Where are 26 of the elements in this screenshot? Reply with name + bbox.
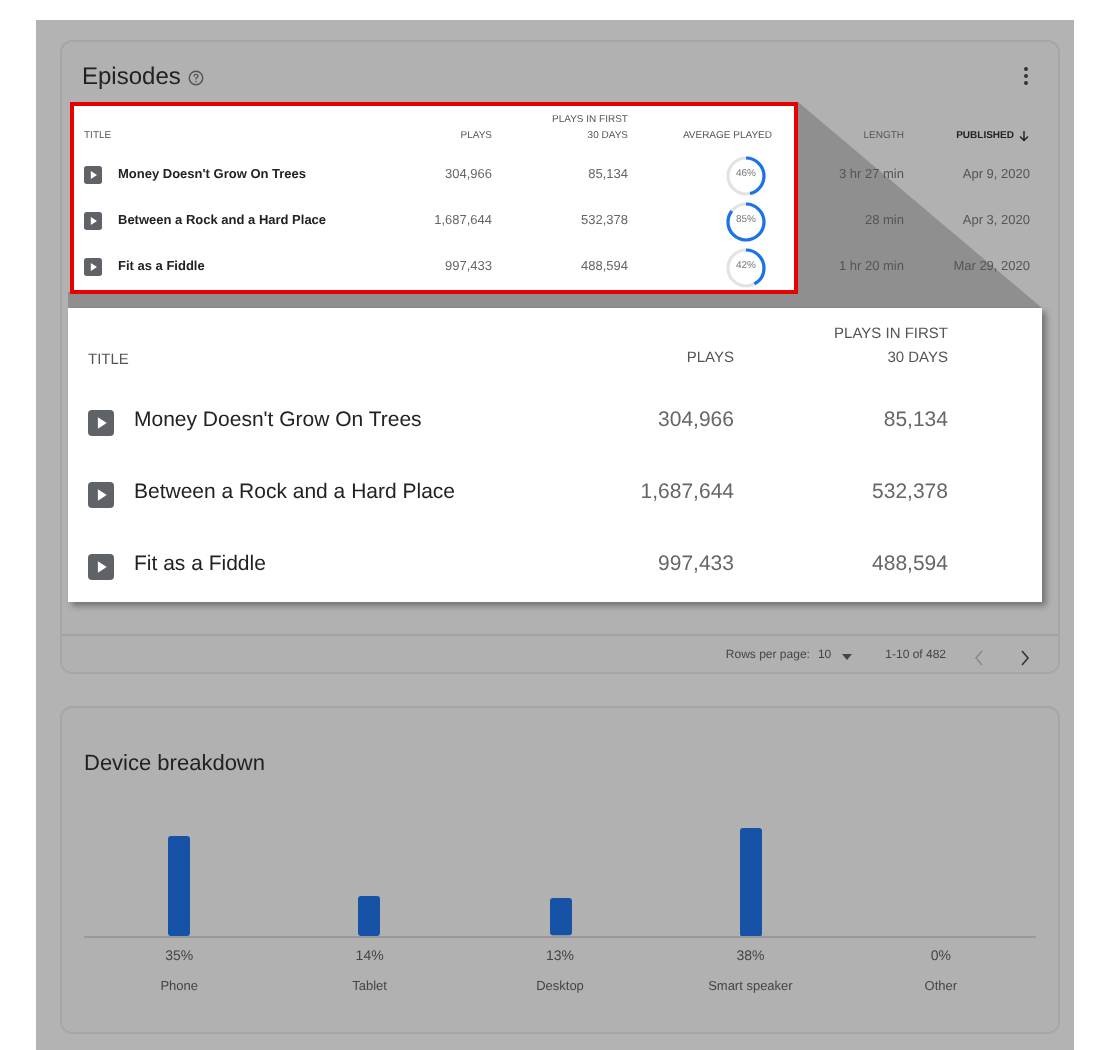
caret-icon — [841, 654, 852, 660]
table-cell-text: 532,378 — [870, 478, 948, 509]
sort-arrow-icon — [1018, 130, 1030, 143]
bar — [168, 835, 191, 936]
next-page-icon[interactable] — [1020, 649, 1030, 665]
play-icon[interactable] — [88, 553, 114, 579]
play-icon[interactable] — [84, 166, 102, 184]
episode-title[interactable]: Fit as a Fiddle — [134, 550, 266, 582]
table-cell-text: 304,966 — [656, 406, 734, 437]
help-icon[interactable] — [188, 70, 205, 86]
table-cell-text: 85,134 — [881, 406, 948, 437]
bar — [358, 895, 381, 936]
table-cell-text: 488,594 — [870, 550, 948, 581]
play-icon[interactable] — [84, 212, 102, 230]
section-title: Device breakdown — [84, 752, 265, 776]
table-cell-text: 1,687,644 — [638, 478, 734, 509]
play-icon[interactable] — [84, 258, 102, 276]
more-icon[interactable] — [1022, 66, 1030, 86]
bar — [549, 898, 571, 936]
section-title: Episodes — [82, 60, 181, 94]
episode-title[interactable]: Between a Rock and a Hard Place — [134, 478, 456, 510]
episode-title[interactable]: Money Doesn't Grow On Trees — [134, 406, 422, 438]
play-icon[interactable] — [88, 409, 114, 435]
play-icon[interactable] — [88, 481, 114, 507]
table-cell-text: 997,433 — [656, 550, 734, 581]
bar — [739, 827, 762, 936]
